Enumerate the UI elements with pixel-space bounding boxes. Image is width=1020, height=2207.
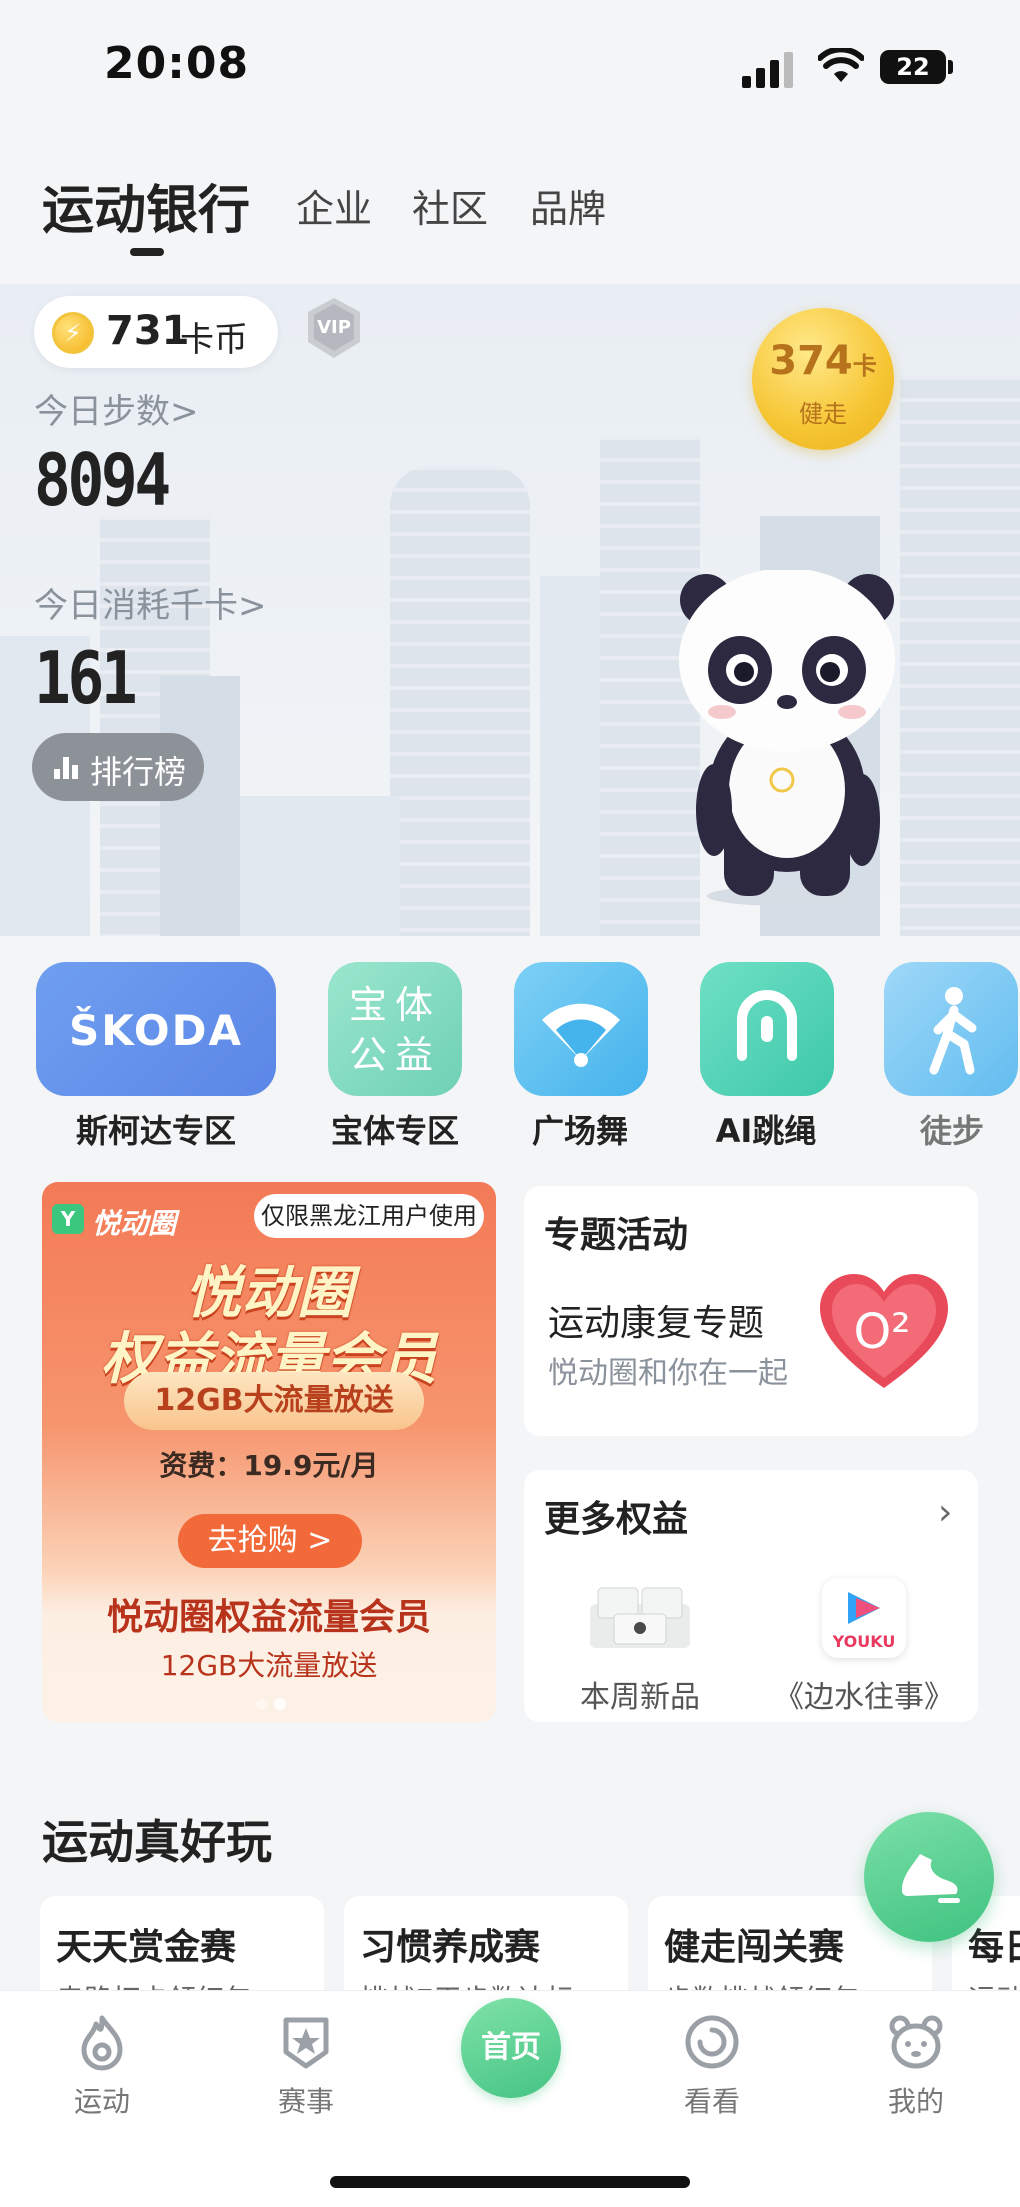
topic-title: 运动康复专题 <box>548 1303 765 1344</box>
panda-mascot-image[interactable] <box>672 570 902 910</box>
tab-profile-label[interactable]: 我的 <box>856 2080 976 2120</box>
topic-header: 专题活动 <box>544 1215 689 1256</box>
start-workout-button[interactable] <box>864 1812 994 1942</box>
leaderboard-label: 排行榜 <box>90 753 187 791</box>
tab-brand[interactable]: 品牌 <box>530 178 606 233</box>
promo-price: 资费：19.9元/月 <box>159 1449 379 1482</box>
card-title: 健走闯关赛 <box>664 1927 845 1968</box>
topic-subtitle: 悦动圈和你在一起 <box>548 1356 788 1391</box>
leaderboard-button[interactable]: 排行榜 <box>32 733 204 801</box>
svg-text:O²: O² <box>853 1304 910 1360</box>
promo-bottom-subtitle: 12GB大流量放送 <box>160 1649 378 1682</box>
tab-home-button[interactable]: 首页 <box>461 1998 561 2098</box>
baoti-zone-label[interactable]: 宝体专区 <box>315 1106 475 1152</box>
svg-text:VIP: VIP <box>317 317 351 338</box>
kcal-label[interactable]: 今日消耗千卡> <box>34 578 267 627</box>
tab-event-label[interactable]: 赛事 <box>246 2080 366 2120</box>
sport-flame-icon[interactable] <box>72 2012 132 2072</box>
walk-reward-bubble[interactable]: 374卡 健走 <box>752 308 894 450</box>
square-dance-label[interactable]: 广场舞 <box>500 1106 660 1152</box>
promo-buy-button[interactable]: 去抢购 > <box>178 1514 362 1568</box>
coin-unit: 卡币 <box>180 320 248 360</box>
steps-label[interactable]: 今日步数> <box>34 384 199 433</box>
steps-value: 8094 <box>34 438 171 522</box>
running-shoe-icon <box>902 1854 960 1903</box>
hiking-label[interactable]: 徒步 <box>880 1106 1020 1152</box>
coin-balance: 731 <box>106 308 190 354</box>
tab-sports-bank[interactable]: 运动银行 <box>42 168 250 243</box>
profile-bear-icon[interactable] <box>886 2012 946 2072</box>
card-title: 习惯养成赛 <box>360 1927 541 1968</box>
tissue-product-image[interactable] <box>584 1578 696 1654</box>
skoda-zone-label[interactable]: 斯柯达专区 <box>36 1106 276 1152</box>
hiking-icon[interactable] <box>884 962 1018 1096</box>
promo-bottom-title: 悦动圈权益流量会员 <box>106 1597 431 1638</box>
ai-jump-rope-icon[interactable] <box>700 962 834 1096</box>
promo-brand-text: 悦动圈 <box>92 1207 177 1240</box>
lightning-coin-icon: ⚡ <box>52 312 94 354</box>
active-tab-indicator <box>130 248 164 256</box>
tab-enterprise[interactable]: 企业 <box>296 178 372 233</box>
yuedongquan-logo-icon: Y <box>52 1204 84 1234</box>
chevron-right-icon[interactable]: › <box>938 1492 952 1533</box>
tab-community[interactable]: 社区 <box>412 178 488 233</box>
youku-logo-text: YOUKU <box>832 1632 896 1651</box>
promo-data-pill: 12GB大流量放送 <box>124 1372 424 1430</box>
baoti-welfare-icon[interactable]: 宝体 公益 <box>328 962 462 1096</box>
event-badge-icon[interactable] <box>276 2012 336 2072</box>
battery-indicator: 22 <box>880 50 946 84</box>
vip-badge-icon[interactable]: VIP <box>302 296 366 362</box>
kcal-value: 161 <box>34 636 138 720</box>
section-title: 运动真好玩 <box>42 1815 272 1869</box>
cellular-signal-icon <box>742 52 794 88</box>
more-benefits-header: 更多权益 <box>544 1499 689 1540</box>
card-title: 天天赏金赛 <box>56 1927 237 1968</box>
carousel-dot-active <box>274 1698 286 1710</box>
home-indicator <box>330 2176 690 2188</box>
heart-o2-icon: O² <box>820 1274 948 1388</box>
card-title: 每日 <box>968 1927 1020 1968</box>
bubble-value: 374 <box>769 338 853 384</box>
tab-sport-label[interactable]: 运动 <box>42 2080 162 2120</box>
new-product-label[interactable]: 本周新品 <box>560 1672 720 1716</box>
promo-region-badge: 仅限黑龙江用户使用 <box>254 1194 484 1238</box>
youku-logo-icon[interactable]: YOUKU <box>822 1578 906 1658</box>
bar-chart-icon <box>54 755 80 779</box>
promo-brand: Y 悦动圈 <box>50 1196 210 1240</box>
tab-watch-label[interactable]: 看看 <box>652 2080 772 2120</box>
battery-tip <box>948 60 953 74</box>
ai-jump-rope-label[interactable]: AI跳绳 <box>686 1106 846 1152</box>
baoti-icon-text: 宝体 公益 <box>348 983 441 1077</box>
carousel-dot <box>256 1698 268 1710</box>
bubble-unit: 卡 <box>852 352 877 380</box>
watch-spiral-icon[interactable] <box>682 2012 742 2072</box>
status-time: 20:08 <box>104 38 250 89</box>
skoda-logo-text: ŠKODA <box>69 1006 243 1055</box>
wifi-icon <box>818 48 864 82</box>
bubble-label: 健走 <box>799 400 847 428</box>
skoda-zone-icon[interactable]: ŠKODA <box>36 962 276 1096</box>
youku-show-label[interactable]: 《边水往事》 <box>764 1672 964 1716</box>
square-dance-fan-icon[interactable] <box>514 962 648 1096</box>
